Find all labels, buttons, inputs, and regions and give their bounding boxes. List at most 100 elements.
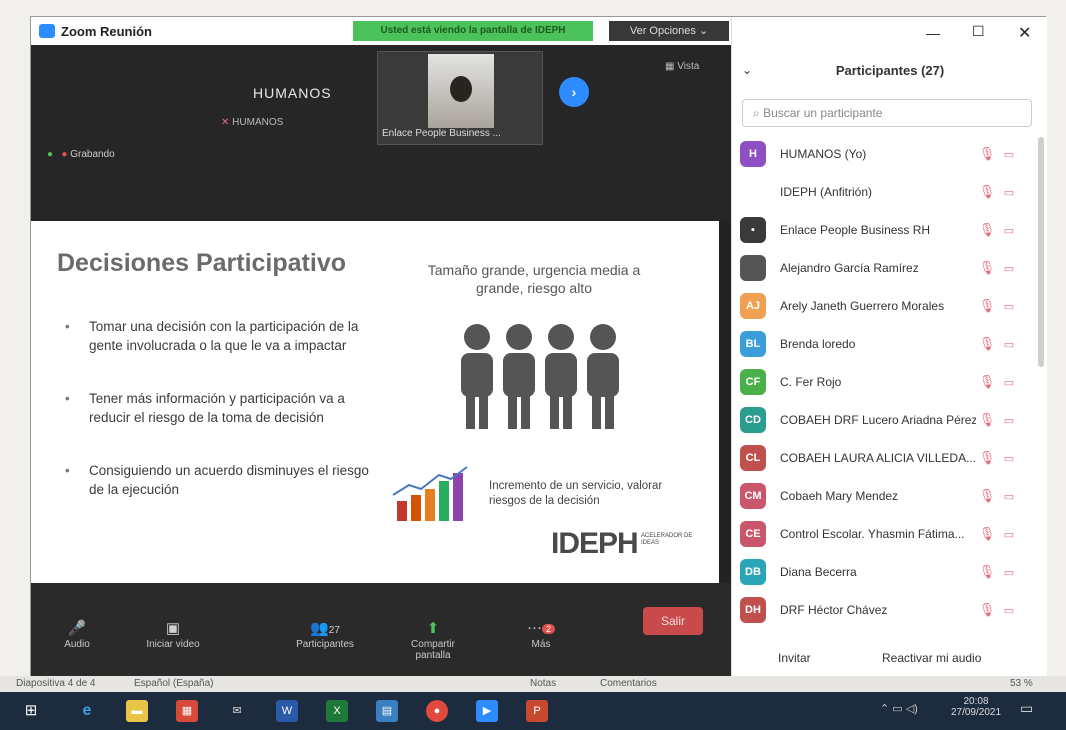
view-options-button[interactable]: Ver Opciones ⌄ bbox=[609, 21, 729, 41]
video-feed bbox=[428, 54, 494, 128]
video-off-icon: ▭ bbox=[1003, 376, 1015, 389]
view-button[interactable]: ▦ Vista bbox=[665, 61, 699, 72]
participant-row[interactable]: BL Brenda loredo 🎙 ▭ bbox=[732, 325, 1032, 363]
unmute-button[interactable]: Reactivar mi audio bbox=[882, 651, 981, 665]
mic-muted-icon: 🎙 bbox=[978, 564, 996, 579]
excel-icon[interactable]: X bbox=[326, 700, 348, 722]
maximize-icon[interactable]: ☐ bbox=[972, 23, 985, 40]
participants-icon[interactable]: 👥27 bbox=[285, 619, 365, 637]
video-off-icon: ▭ bbox=[1003, 452, 1015, 465]
clock[interactable]: 20:08 27/09/2021 bbox=[946, 696, 1006, 718]
more-button[interactable]: Más bbox=[501, 639, 581, 650]
meeting-toolbar: 🎤 Audio ▣ Iniciar video 👥27 Participante… bbox=[31, 583, 731, 679]
growth-chart-icon bbox=[392, 466, 468, 521]
mic-muted-icon: 🎙 bbox=[978, 184, 996, 199]
zoom-window: Zoom Reunión Usted está viendo la pantal… bbox=[30, 16, 1048, 679]
powerpoint-icon[interactable]: P bbox=[526, 700, 548, 722]
avatar: DH bbox=[740, 597, 766, 623]
windows-taskbar: ⊞ e ▬ ▦ ✉ W X ▤ ● ▶ P ⌃ ▭ ◁) 20:08 27/09/… bbox=[0, 692, 1066, 730]
participant-name: COBAEH LAURA ALICIA VILLEDA... bbox=[780, 451, 976, 465]
store-icon[interactable]: ▦ bbox=[176, 700, 198, 722]
video-off-icon: ▭ bbox=[1003, 528, 1015, 541]
invite-button[interactable]: Invitar bbox=[778, 651, 811, 665]
notes-button[interactable]: Notas bbox=[530, 678, 556, 689]
participant-row[interactable]: CL COBAEH LAURA ALICIA VILLEDA... 🎙 ▭ bbox=[732, 439, 1032, 477]
participant-row[interactable]: ▪ Enlace People Business RH 🎙 ▭ bbox=[732, 211, 1032, 249]
start-video-button[interactable]: Iniciar video bbox=[133, 639, 213, 650]
participant-row[interactable]: DB Diana Becerra 🎙 ▭ bbox=[732, 553, 1032, 591]
participant-name: Alejandro García Ramírez bbox=[780, 261, 919, 275]
slide-right-heading: Tamaño grande, urgencia media a grande, … bbox=[427, 262, 641, 296]
participants-button[interactable]: Participantes bbox=[285, 639, 365, 650]
more-icon[interactable]: ··· 2 bbox=[501, 619, 581, 636]
mic-muted-icon: 🎙 bbox=[978, 602, 996, 617]
participant-name: Brenda loredo bbox=[780, 337, 856, 351]
slide-counter: Diapositiva 4 de 4 bbox=[16, 678, 96, 689]
next-page-icon[interactable]: › bbox=[559, 77, 589, 107]
shield-icon: ● bbox=[47, 149, 54, 160]
bullet-1: Tomar una decisión con la participación … bbox=[65, 317, 369, 355]
mic-muted-icon: 🎙 bbox=[978, 336, 996, 351]
leave-button[interactable]: Salir bbox=[643, 607, 703, 635]
video-gallery: HUMANOS ✕ HUMANOS ● ● Grabando Enlace Pe… bbox=[31, 45, 731, 221]
mic-muted-icon: 🎙 bbox=[978, 450, 996, 465]
comments-button[interactable]: Comentarios bbox=[600, 678, 657, 689]
participant-video-thumb[interactable]: Enlace People Business ... bbox=[377, 51, 543, 145]
mic-muted-icon: 🎙 bbox=[978, 298, 996, 313]
avatar: CE bbox=[740, 521, 766, 547]
mic-muted-icon: 🎙 bbox=[978, 526, 996, 541]
mic-muted-icon: 🎙 bbox=[978, 374, 996, 389]
mic-icon[interactable]: 🎤 bbox=[37, 619, 117, 637]
language-indicator[interactable]: Español (España) bbox=[134, 678, 214, 689]
video-off-icon: ▭ bbox=[1003, 604, 1015, 617]
mic-muted-icon: 🎙 bbox=[978, 260, 996, 275]
word-icon[interactable]: W bbox=[276, 700, 298, 722]
minimize-icon[interactable]: — bbox=[926, 25, 940, 41]
participant-list: H HUMANOS (Yo) 🎙 ▭ IDEPH (Anfitrión) 🎙 ▭ ▪ Enlac… bbox=[732, 135, 1038, 631]
participant-row[interactable]: CM Cobaeh Mary Mendez 🎙 ▭ bbox=[732, 477, 1032, 515]
grid-icon: ▦ bbox=[665, 61, 678, 72]
participant-name: C. Fer Rojo bbox=[780, 375, 842, 389]
window-title: Zoom Reunión bbox=[61, 23, 152, 39]
self-video-subname: ✕ HUMANOS bbox=[221, 117, 284, 128]
zoom-level[interactable]: 53 % bbox=[1010, 678, 1033, 689]
shared-slide: Decisiones Participativo Tomar una decis… bbox=[31, 221, 719, 583]
participant-search-input[interactable]: ⌕ Buscar un participante bbox=[742, 99, 1032, 127]
avatar: AJ bbox=[740, 293, 766, 319]
system-tray-icons[interactable]: ⌃ ▭ ◁) bbox=[880, 702, 918, 715]
video-off-icon: ▭ bbox=[1003, 414, 1015, 427]
participant-row[interactable]: CD COBAEH DRF Lucero Ariadna Pérez ... 🎙 ▭ bbox=[732, 401, 1032, 439]
share-screen-button[interactable]: Compartir pantalla bbox=[393, 639, 473, 661]
windows-start-icon[interactable]: ⊞ bbox=[20, 700, 42, 722]
notification-icon[interactable]: ▭ bbox=[1020, 700, 1033, 717]
chrome-icon[interactable]: ● bbox=[426, 700, 448, 722]
photos-icon[interactable]: ▤ bbox=[376, 700, 398, 722]
avatar: BL bbox=[740, 331, 766, 357]
panel-footer: Invitar Reactivar mi audio bbox=[732, 639, 1048, 679]
mail-icon[interactable]: ✉ bbox=[226, 700, 248, 722]
video-off-icon[interactable]: ▣ bbox=[133, 619, 213, 637]
slide-title: Decisiones Participativo bbox=[57, 249, 347, 277]
participant-row[interactable]: DH DRF Héctor Chávez 🎙 ▭ bbox=[732, 591, 1032, 629]
sharing-banner: Usted está viendo la pantalla de IDEPH bbox=[353, 21, 593, 41]
edge-icon[interactable]: e bbox=[76, 700, 98, 722]
participant-row[interactable]: IDEPH (Anfitrión) 🎙 ▭ bbox=[732, 173, 1032, 211]
chart-caption: Incremento de un servicio, valorar riesg… bbox=[489, 480, 663, 507]
powerpoint-status-bar: Diapositiva 4 de 4 Español (España) Nota… bbox=[0, 676, 1066, 692]
audio-button[interactable]: Audio bbox=[37, 639, 117, 650]
file-explorer-icon[interactable]: ▬ bbox=[126, 700, 148, 722]
participant-row[interactable]: H HUMANOS (Yo) 🎙 ▭ bbox=[732, 135, 1032, 173]
record-icon: ● bbox=[61, 149, 68, 160]
participant-row[interactable]: AJ Arely Janeth Guerrero Morales 🎙 ▭ bbox=[732, 287, 1032, 325]
zoom-taskbar-icon[interactable]: ▶ bbox=[476, 700, 498, 722]
mic-muted-icon: 🎙 bbox=[978, 412, 996, 427]
bullet-3: Consiguiendo un acuerdo disminuyes el ri… bbox=[65, 461, 369, 499]
scrollbar[interactable] bbox=[1038, 137, 1044, 367]
participant-row[interactable]: Alejandro García Ramírez 🎙 ▭ bbox=[732, 249, 1032, 287]
search-icon: ⌕ bbox=[753, 106, 764, 120]
participant-row[interactable]: CF C. Fer Rojo 🎙 ▭ bbox=[732, 363, 1032, 401]
participant-row[interactable]: CE Control Escolar. Yhasmin Fátima... 🎙 ▭ bbox=[732, 515, 1032, 553]
close-icon[interactable]: ✕ bbox=[1018, 23, 1031, 43]
share-screen-icon[interactable]: ⬆ bbox=[393, 619, 473, 637]
video-off-icon: ▭ bbox=[1003, 300, 1015, 313]
